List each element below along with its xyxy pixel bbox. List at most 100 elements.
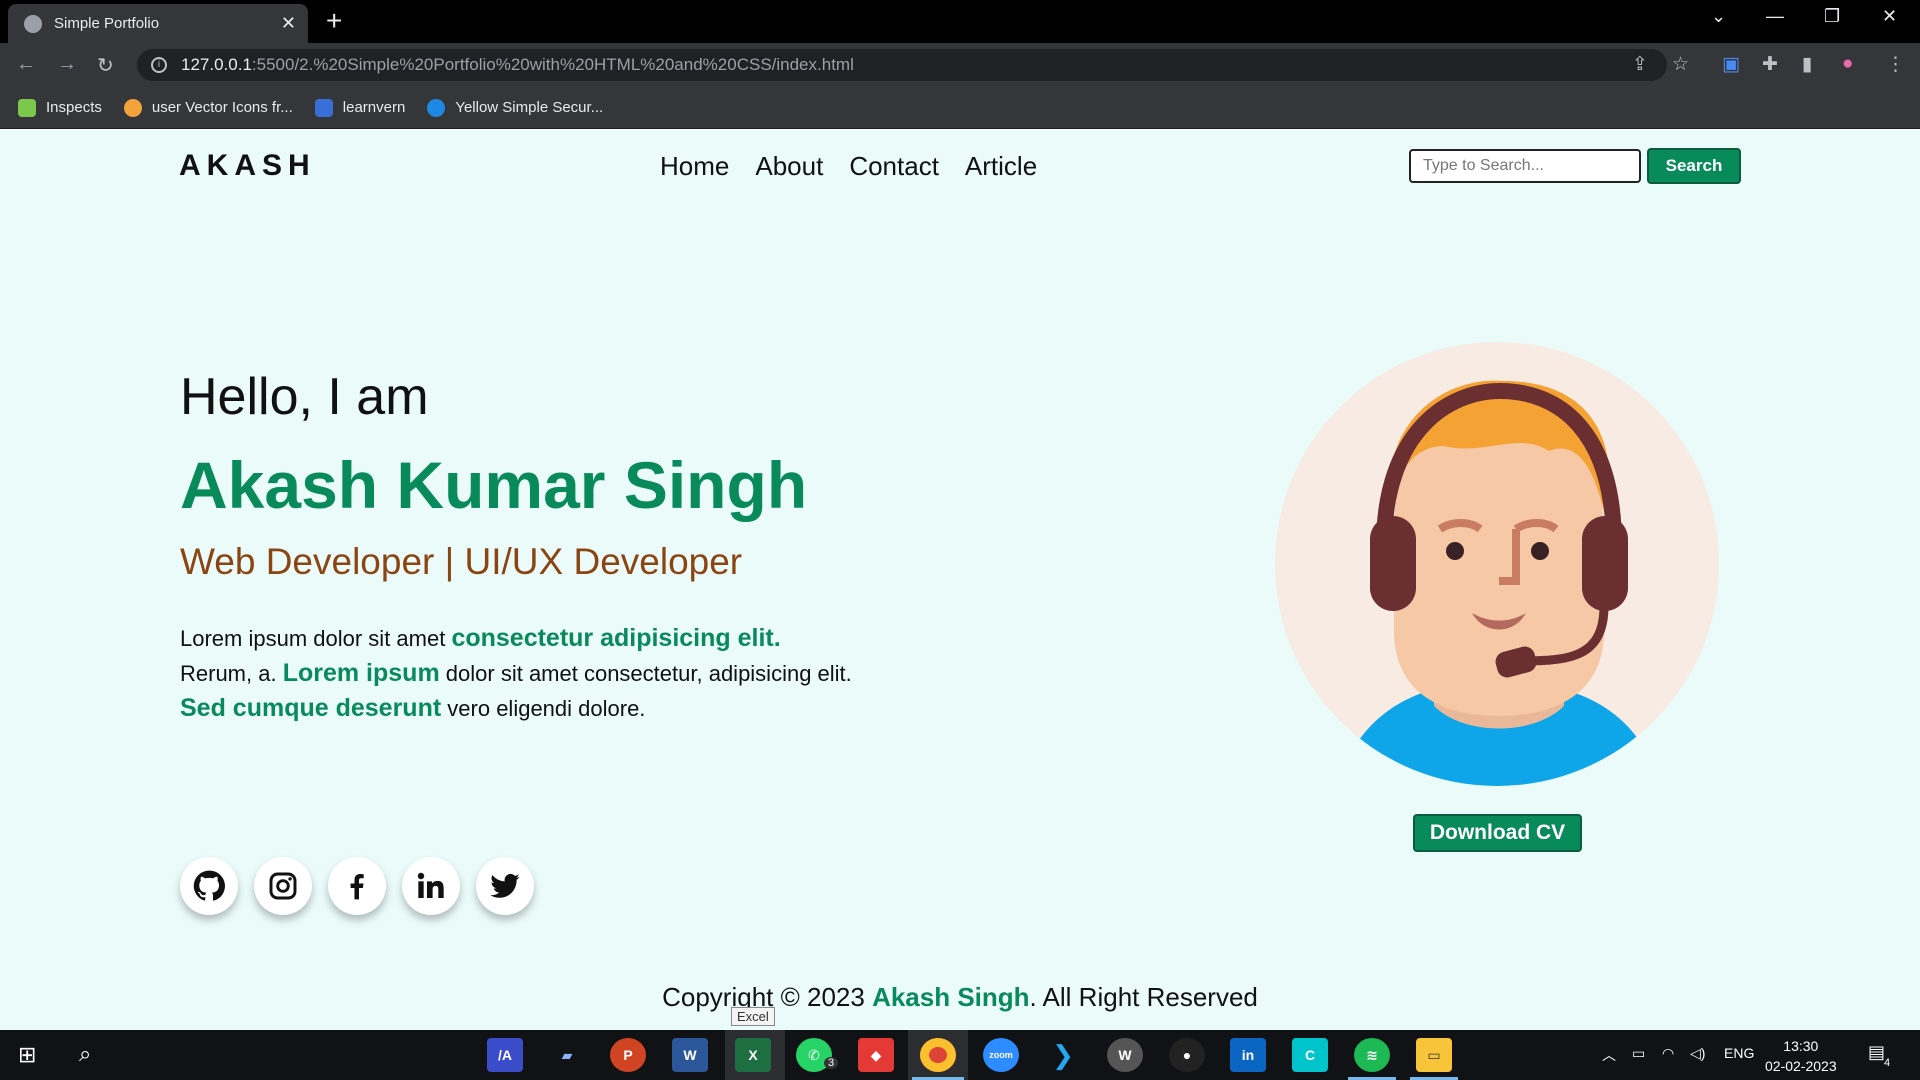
new-tab-button[interactable]: +	[326, 6, 342, 36]
intro-paragraph: Lorem ipsum dolor sit amet consectetur a…	[180, 621, 940, 726]
github-link[interactable]	[180, 857, 238, 915]
download-cv-button[interactable]: Download CV	[1413, 814, 1582, 852]
close-window-button[interactable]: ✕	[1882, 6, 1897, 27]
anydesk-icon[interactable]: ◆	[858, 1038, 894, 1072]
avatar	[1275, 342, 1719, 786]
forward-icon[interactable]: →	[57, 53, 77, 76]
language-indicator[interactable]: ENG	[1724, 1045, 1754, 1061]
browser-tab-bar: Simple Portfolio ✕ + ⌄ — ❐ ✕	[0, 0, 1920, 43]
headset-right-ear	[1582, 516, 1628, 611]
extensions-icon[interactable]: ✚	[1762, 53, 1778, 76]
zoom-icon[interactable]: zoom	[983, 1038, 1019, 1072]
globe-icon	[24, 14, 42, 33]
search-button[interactable]: Search	[1647, 148, 1741, 184]
search-icon[interactable]: ⌕	[79, 1041, 91, 1067]
translate-icon[interactable]: ▣	[1722, 53, 1740, 76]
excel-icon[interactable]: X	[735, 1038, 771, 1072]
name-heading: Akash Kumar Singh	[180, 448, 808, 522]
battery-icon[interactable]: ▭	[1632, 1045, 1645, 1062]
bookmark-star-icon[interactable]: ☆	[1672, 53, 1689, 76]
bookmark-item[interactable]: learnvern	[314, 98, 405, 117]
bookmark-item[interactable]: Inspects	[18, 98, 102, 117]
back-icon[interactable]: ←	[16, 53, 36, 76]
site-logo[interactable]: AKASH	[179, 149, 316, 183]
twitter-icon	[490, 873, 520, 898]
instagram-link[interactable]	[254, 857, 312, 915]
windows-start-icon[interactable]: ⊞	[18, 1042, 36, 1068]
powerpoint-icon[interactable]: P	[610, 1038, 646, 1072]
browser-tab[interactable]: Simple Portfolio ✕	[8, 4, 308, 43]
profile-avatar[interactable]: ●	[1842, 53, 1853, 75]
browser-toolbar: ← → ↻ i 127.0.0.1:5500/2.%20Simple%20Por…	[0, 43, 1920, 87]
nav-home[interactable]: Home	[660, 151, 729, 182]
para-highlight: Sed cumque deserunt	[180, 694, 442, 722]
taskbar-laptop-icon[interactable]: ▰	[549, 1038, 585, 1072]
bookmark-label: Inspects	[46, 99, 102, 116]
bookmark-favicon-icon	[427, 98, 446, 117]
taskbar-tooltip: Excel	[731, 1007, 775, 1026]
search-input[interactable]	[1409, 149, 1641, 183]
bookmark-favicon-icon	[314, 98, 333, 117]
url-host: 127.0.0.1	[181, 55, 252, 74]
facebook-link[interactable]	[328, 857, 386, 915]
system-clock[interactable]: 13:30 02-02-2023	[1765, 1036, 1837, 1076]
portfolio-page: AKASH Home About Contact Article Search …	[0, 129, 1920, 1030]
bookmark-item[interactable]: user Vector Icons fr...	[123, 98, 293, 117]
bookmark-favicon-icon	[18, 98, 36, 117]
clock-date: 02-02-2023	[1765, 1058, 1837, 1074]
avatar-left-eye	[1446, 542, 1464, 560]
para-text: vero eligendi dolore.	[441, 696, 646, 721]
nav-about[interactable]: About	[755, 151, 823, 182]
word-icon[interactable]: W	[672, 1038, 708, 1072]
chrome-icon[interactable]	[920, 1038, 956, 1072]
canva-icon[interactable]: C	[1292, 1038, 1328, 1072]
footer-copyright: Copyright © 2023 Akash Singh. All Right …	[0, 982, 1920, 1013]
twitter-link[interactable]	[476, 857, 534, 915]
footer-author[interactable]: Akash Singh	[872, 982, 1029, 1012]
close-tab-icon[interactable]: ✕	[281, 13, 296, 34]
headset-left-ear	[1370, 516, 1416, 611]
bookmark-label: user Vector Icons fr...	[151, 99, 293, 116]
spotify-icon[interactable]: ≋	[1354, 1038, 1390, 1072]
notification-icon[interactable]: ▤	[1868, 1042, 1885, 1063]
vscode-icon[interactable]: ❯	[1045, 1038, 1081, 1072]
nav-contact[interactable]: Contact	[849, 151, 939, 182]
site-info-icon[interactable]: i	[151, 57, 167, 73]
address-bar[interactable]: i 127.0.0.1:5500/2.%20Simple%20Portfolio…	[137, 49, 1667, 81]
file-explorer-icon[interactable]: ▭	[1416, 1038, 1452, 1072]
volume-icon[interactable]: ◁)	[1690, 1045, 1705, 1062]
linkedin-icon	[417, 872, 444, 898]
bookmark-item[interactable]: Yellow Simple Secur...	[427, 98, 603, 117]
avatar-right-eye	[1531, 542, 1549, 560]
bookmarks-bar: Inspects user Vector Icons fr... learnve…	[0, 87, 1920, 129]
clock-time: 13:30	[1783, 1038, 1819, 1054]
tray-overflow-icon[interactable]: ︿	[1602, 1045, 1616, 1065]
notification-count: 4	[1884, 1057, 1891, 1069]
para-text: Rerum, a.	[180, 661, 283, 686]
tab-title: Simple Portfolio	[54, 15, 160, 32]
role-heading: Web Developer | UI/UX Developer	[180, 541, 743, 582]
share-icon[interactable]: ⇪	[1632, 53, 1648, 76]
para-highlight: Lorem ipsum	[282, 659, 440, 687]
linkedin-link[interactable]	[402, 857, 460, 915]
reload-icon[interactable]: ↻	[97, 53, 114, 78]
social-links	[180, 857, 534, 915]
tab-search-icon[interactable]: ⌄	[1711, 6, 1726, 27]
nav-article[interactable]: Article	[965, 151, 1037, 182]
bookmark-favicon-icon	[123, 98, 142, 117]
wordpress-icon[interactable]: W	[1107, 1038, 1143, 1072]
greeting-heading: Hello, I am	[180, 368, 429, 426]
restore-button[interactable]: ❐	[1824, 6, 1840, 27]
instagram-icon	[269, 872, 297, 900]
para-text: dolor sit amet consectetur, adipisicing …	[439, 661, 852, 686]
taskbar-app-icon[interactable]: /A	[487, 1038, 523, 1072]
para-text: Lorem ipsum dolor sit amet	[180, 626, 452, 651]
menu-icon[interactable]: ⋮	[1886, 53, 1905, 76]
side-panel-icon[interactable]: ▮	[1802, 53, 1812, 76]
windows-taskbar: ⊞ ⌕ /A ▰ P W X ✆ 3 ◆ zoom ❯ W ● in C ≋ ▭…	[0, 1030, 1920, 1080]
wifi-icon[interactable]: ◠	[1662, 1045, 1674, 1062]
linkedin-app-icon[interactable]: in	[1230, 1038, 1266, 1072]
github-desktop-icon[interactable]: ●	[1169, 1038, 1205, 1072]
url-path: :5500/2.%20Simple%20Portfolio%20with%20H…	[251, 55, 854, 74]
minimize-button[interactable]: —	[1766, 6, 1784, 27]
